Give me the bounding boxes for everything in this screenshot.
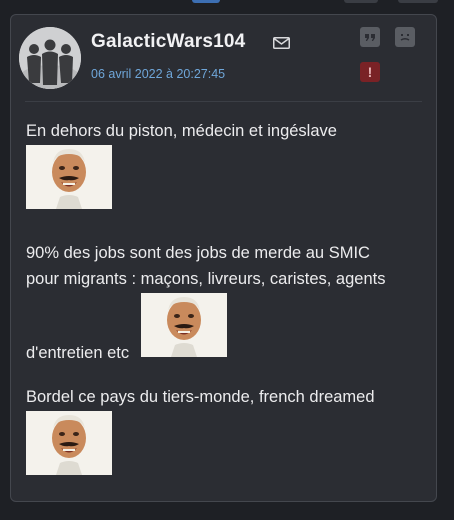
envelope-icon[interactable]: [273, 37, 290, 49]
smiley-icon: [400, 34, 410, 41]
report-button[interactable]: !: [360, 62, 380, 82]
post-text-line: d'entretien etc: [26, 344, 130, 362]
top-tab[interactable]: [398, 0, 438, 3]
top-bar: [0, 0, 454, 6]
smiley-button[interactable]: [395, 27, 415, 47]
meme-risitas-image: [26, 411, 112, 475]
post-date[interactable]: 06 avril 2022 à 20:27:45: [91, 67, 225, 81]
post-text-line: Bordel ce pays du tiers-monde, french dr…: [26, 388, 375, 406]
top-tab-active[interactable]: [192, 0, 220, 3]
post-text-line: pour migrants : maçons, livreurs, carist…: [26, 270, 386, 288]
post-text-line: 90% des jobs sont des jobs de merde au S…: [26, 244, 370, 262]
avatar[interactable]: [19, 27, 81, 89]
quote-icon: [365, 34, 375, 41]
quote-button[interactable]: [360, 27, 380, 47]
meme-risitas-image: [26, 145, 112, 209]
divider: [25, 101, 422, 102]
alert-icon: !: [367, 64, 373, 80]
forum-post: GalacticWars104 06 avril 2022 à 20:27:45…: [10, 14, 437, 502]
meme-risitas-image: [141, 293, 227, 357]
username[interactable]: GalacticWars104: [91, 31, 245, 53]
top-tab[interactable]: [344, 0, 378, 3]
post-text-line: En dehors du piston, médecin et ingéslav…: [26, 122, 337, 140]
